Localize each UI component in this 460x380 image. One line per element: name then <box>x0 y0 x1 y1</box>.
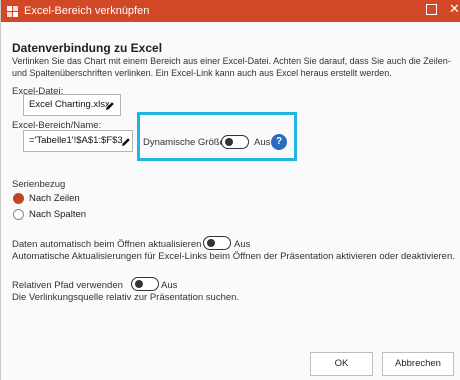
series-label: Serienbezug <box>12 179 66 190</box>
cancel-button[interactable]: Abbrechen <box>382 352 454 376</box>
edit-range-pencil-icon[interactable] <box>121 137 131 147</box>
app-icon <box>7 6 18 17</box>
auto-update-label: Daten automatisch beim Öffnen aktualisie… <box>12 239 202 250</box>
relative-path-label: Relativen Pfad verwenden <box>12 280 123 291</box>
range-value: ='Tabelle1'!$A$1:$F$3 <box>29 135 123 146</box>
toggle-knob <box>207 239 215 247</box>
dialog-window: Excel-Bereich verknüpfen ✕ Datenverbindu… <box>0 0 460 380</box>
dynamic-size-toggle[interactable] <box>221 135 249 149</box>
auto-update-toggle[interactable] <box>203 236 231 250</box>
radio-by-columns[interactable] <box>13 209 24 220</box>
radio-by-columns-label[interactable]: Nach Spalten <box>29 209 86 220</box>
excel-file-value: Excel Charting.xlsx <box>29 99 110 110</box>
help-question-icon[interactable]: ? <box>271 134 287 150</box>
section-description: Verlinken Sie das Chart mit einem Bereic… <box>12 56 451 78</box>
edit-file-pencil-icon[interactable] <box>105 101 115 111</box>
range-field[interactable]: ='Tabelle1'!$A$1:$F$3 <box>23 130 133 152</box>
dynamic-size-label: Dynamische Größe <box>143 137 225 148</box>
toggle-knob <box>135 280 143 288</box>
radio-by-rows[interactable] <box>13 193 24 204</box>
relative-path-toggle[interactable] <box>131 277 159 291</box>
relative-path-description: Die Verlinkungsquelle relativ zur Präsen… <box>12 292 240 303</box>
title-bar: Excel-Bereich verknüpfen ✕ <box>1 0 460 22</box>
close-button[interactable]: ✕ <box>449 2 460 16</box>
radio-by-rows-label[interactable]: Nach Zeilen <box>29 193 80 204</box>
toggle-knob <box>225 138 233 146</box>
auto-update-state: Aus <box>234 239 251 250</box>
relative-path-state: Aus <box>161 280 178 291</box>
section-heading: Datenverbindung zu Excel <box>12 41 163 55</box>
dynamic-size-state: Aus <box>254 137 271 148</box>
ok-button[interactable]: OK <box>310 352 373 376</box>
window-title: Excel-Bereich verknüpfen <box>24 5 150 17</box>
auto-update-description: Automatische Aktualisierungen für Excel-… <box>12 251 455 262</box>
maximize-button[interactable] <box>426 4 437 15</box>
